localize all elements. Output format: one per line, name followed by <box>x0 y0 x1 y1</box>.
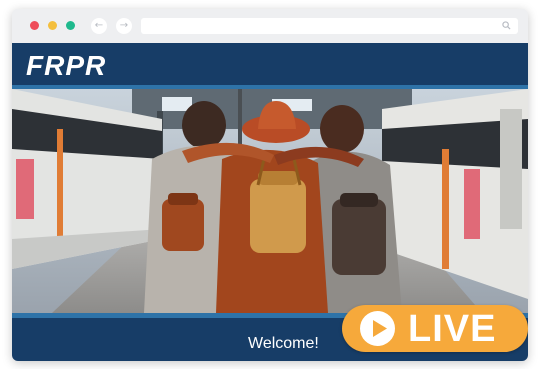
minimize-window-button[interactable] <box>48 21 57 30</box>
forward-arrow-icon[interactable]: → <box>116 18 132 34</box>
browser-titlebar: ← → <box>12 9 528 43</box>
site-header: FRPR <box>12 43 528 89</box>
search-icon[interactable] <box>502 21 511 30</box>
hero-image <box>12 89 528 313</box>
close-window-button[interactable] <box>30 21 39 30</box>
live-label: LIVE <box>408 308 497 350</box>
live-button[interactable]: LIVE <box>342 305 528 352</box>
welcome-text: Welcome! <box>248 335 319 352</box>
address-bar[interactable] <box>141 18 518 34</box>
site-logo[interactable]: FRPR <box>26 50 106 82</box>
play-icon <box>360 311 395 346</box>
maximize-window-button[interactable] <box>66 21 75 30</box>
back-arrow-icon[interactable]: ← <box>91 18 107 34</box>
browser-window: ← → FRPR Welcome! LIVE <box>12 9 528 361</box>
